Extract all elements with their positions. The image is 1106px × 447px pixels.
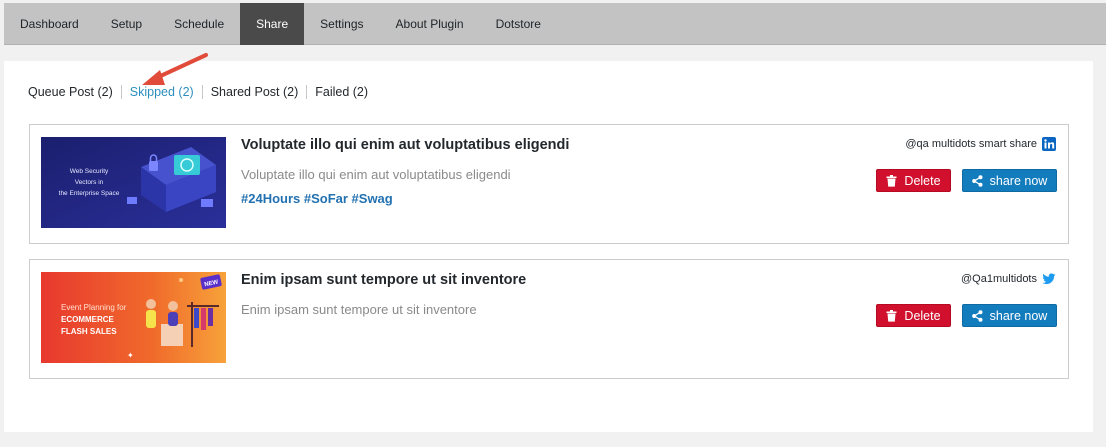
filter-shared-post[interactable]: Shared Post (2) — [211, 85, 299, 99]
trash-icon — [886, 309, 897, 322]
tab-settings[interactable]: Settings — [304, 3, 379, 45]
delete-label: Delete — [904, 173, 941, 188]
delete-label: Delete — [904, 308, 941, 323]
post-text: Enim ipsam sunt tempore ut sit inventore — [241, 302, 477, 317]
share-now-button[interactable]: share now — [962, 304, 1057, 327]
post-thumbnail: Web Security Vectors in the Enterprise S… — [41, 137, 226, 228]
tab-dashboard[interactable]: Dashboard — [4, 3, 95, 45]
top-navigation: Dashboard Setup Schedule Share Settings … — [4, 3, 1106, 45]
thumbnail-caption: Web Security — [70, 168, 109, 175]
share-now-label: share now — [989, 308, 1048, 323]
svg-text:✦: ✦ — [127, 351, 134, 360]
thumbnail-caption: Event Planning for — [61, 303, 127, 312]
account-label: @Qa1multidots — [961, 272, 1056, 286]
delete-button[interactable]: Delete — [876, 304, 951, 327]
linkedin-icon — [1042, 137, 1056, 151]
thumbnail-caption: the Enterprise Space — [59, 190, 120, 197]
post-card: Web Security Vectors in the Enterprise S… — [29, 124, 1069, 244]
post-title: Enim ipsam sunt tempore ut sit inventore — [241, 272, 527, 288]
post-card: NEW Event Planning for ECOMMERCE FLASH S… — [29, 259, 1069, 379]
share-now-button[interactable]: share now — [962, 169, 1057, 192]
post-text: Voluptate illo qui enim aut voluptatibus… — [241, 167, 511, 182]
post-thumbnail: NEW Event Planning for ECOMMERCE FLASH S… — [41, 272, 226, 363]
thumbnail-caption: Vectors in — [75, 179, 104, 186]
post-title: Voluptate illo qui enim aut voluptatibus… — [241, 137, 570, 153]
filter-failed[interactable]: Failed (2) — [315, 85, 368, 99]
trash-icon — [886, 174, 897, 187]
tab-about-plugin[interactable]: About Plugin — [380, 3, 480, 45]
tab-share[interactable]: Share — [240, 3, 305, 45]
account-label: @qa multidots smart share — [905, 137, 1056, 151]
tab-dotstore[interactable]: Dotstore — [480, 3, 557, 45]
filter-queue-post[interactable]: Queue Post (2) — [28, 85, 113, 99]
divider — [120, 85, 122, 99]
delete-button[interactable]: Delete — [876, 169, 951, 192]
divider — [306, 85, 308, 99]
share-now-label: share now — [989, 173, 1048, 188]
tab-setup[interactable]: Setup — [95, 3, 158, 45]
twitter-icon — [1042, 273, 1056, 285]
share-panel: Queue Post (2) Skipped (2) Shared Post (… — [4, 53, 1093, 432]
account-handle: @qa multidots smart share — [905, 138, 1037, 150]
tab-schedule[interactable]: Schedule — [158, 3, 240, 45]
post-hashtags: #24Hours #SoFar #Swag — [241, 191, 393, 206]
share-icon — [971, 309, 983, 322]
account-handle: @Qa1multidots — [961, 273, 1037, 285]
thumbnail-caption: ECOMMERCE — [61, 315, 115, 324]
annotation-arrow-icon — [142, 53, 208, 85]
thumbnail-caption: FLASH SALES — [61, 327, 117, 336]
share-icon — [971, 174, 983, 187]
